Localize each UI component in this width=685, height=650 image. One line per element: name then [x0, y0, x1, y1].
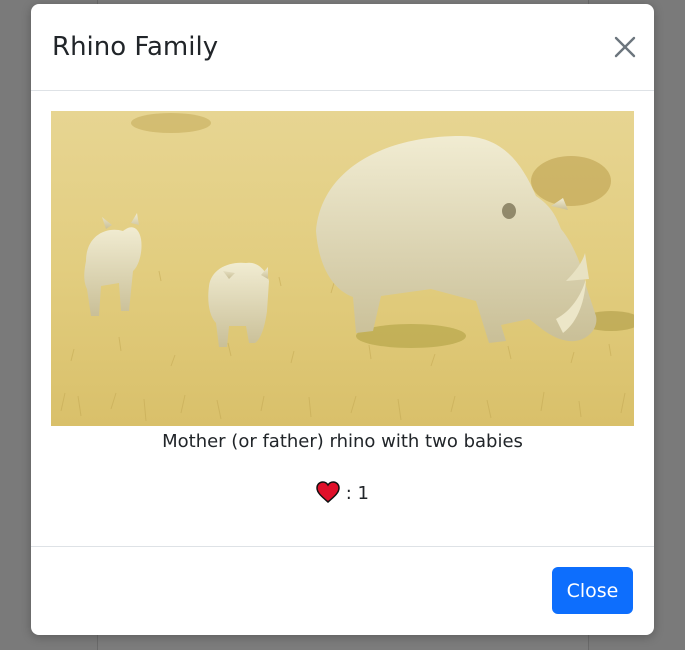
modal-footer: Close [31, 546, 654, 635]
close-button[interactable]: Close [552, 567, 633, 614]
likes-count: : 1 [345, 483, 369, 504]
modal-title: Rhino Family [52, 32, 219, 62]
close-icon[interactable] [612, 34, 638, 60]
modal-header: Rhino Family [31, 4, 654, 91]
image-modal: Rhino Family Mother (or father) rhino wi… [31, 4, 654, 635]
photo-caption: Mother (or father) rhino with two babies [162, 431, 523, 452]
likes-row: : 1 [31, 481, 654, 506]
rhino-photo [51, 111, 634, 426]
heart-icon[interactable] [316, 481, 340, 503]
modal-body: Mother (or father) rhino with two babies… [31, 91, 654, 546]
